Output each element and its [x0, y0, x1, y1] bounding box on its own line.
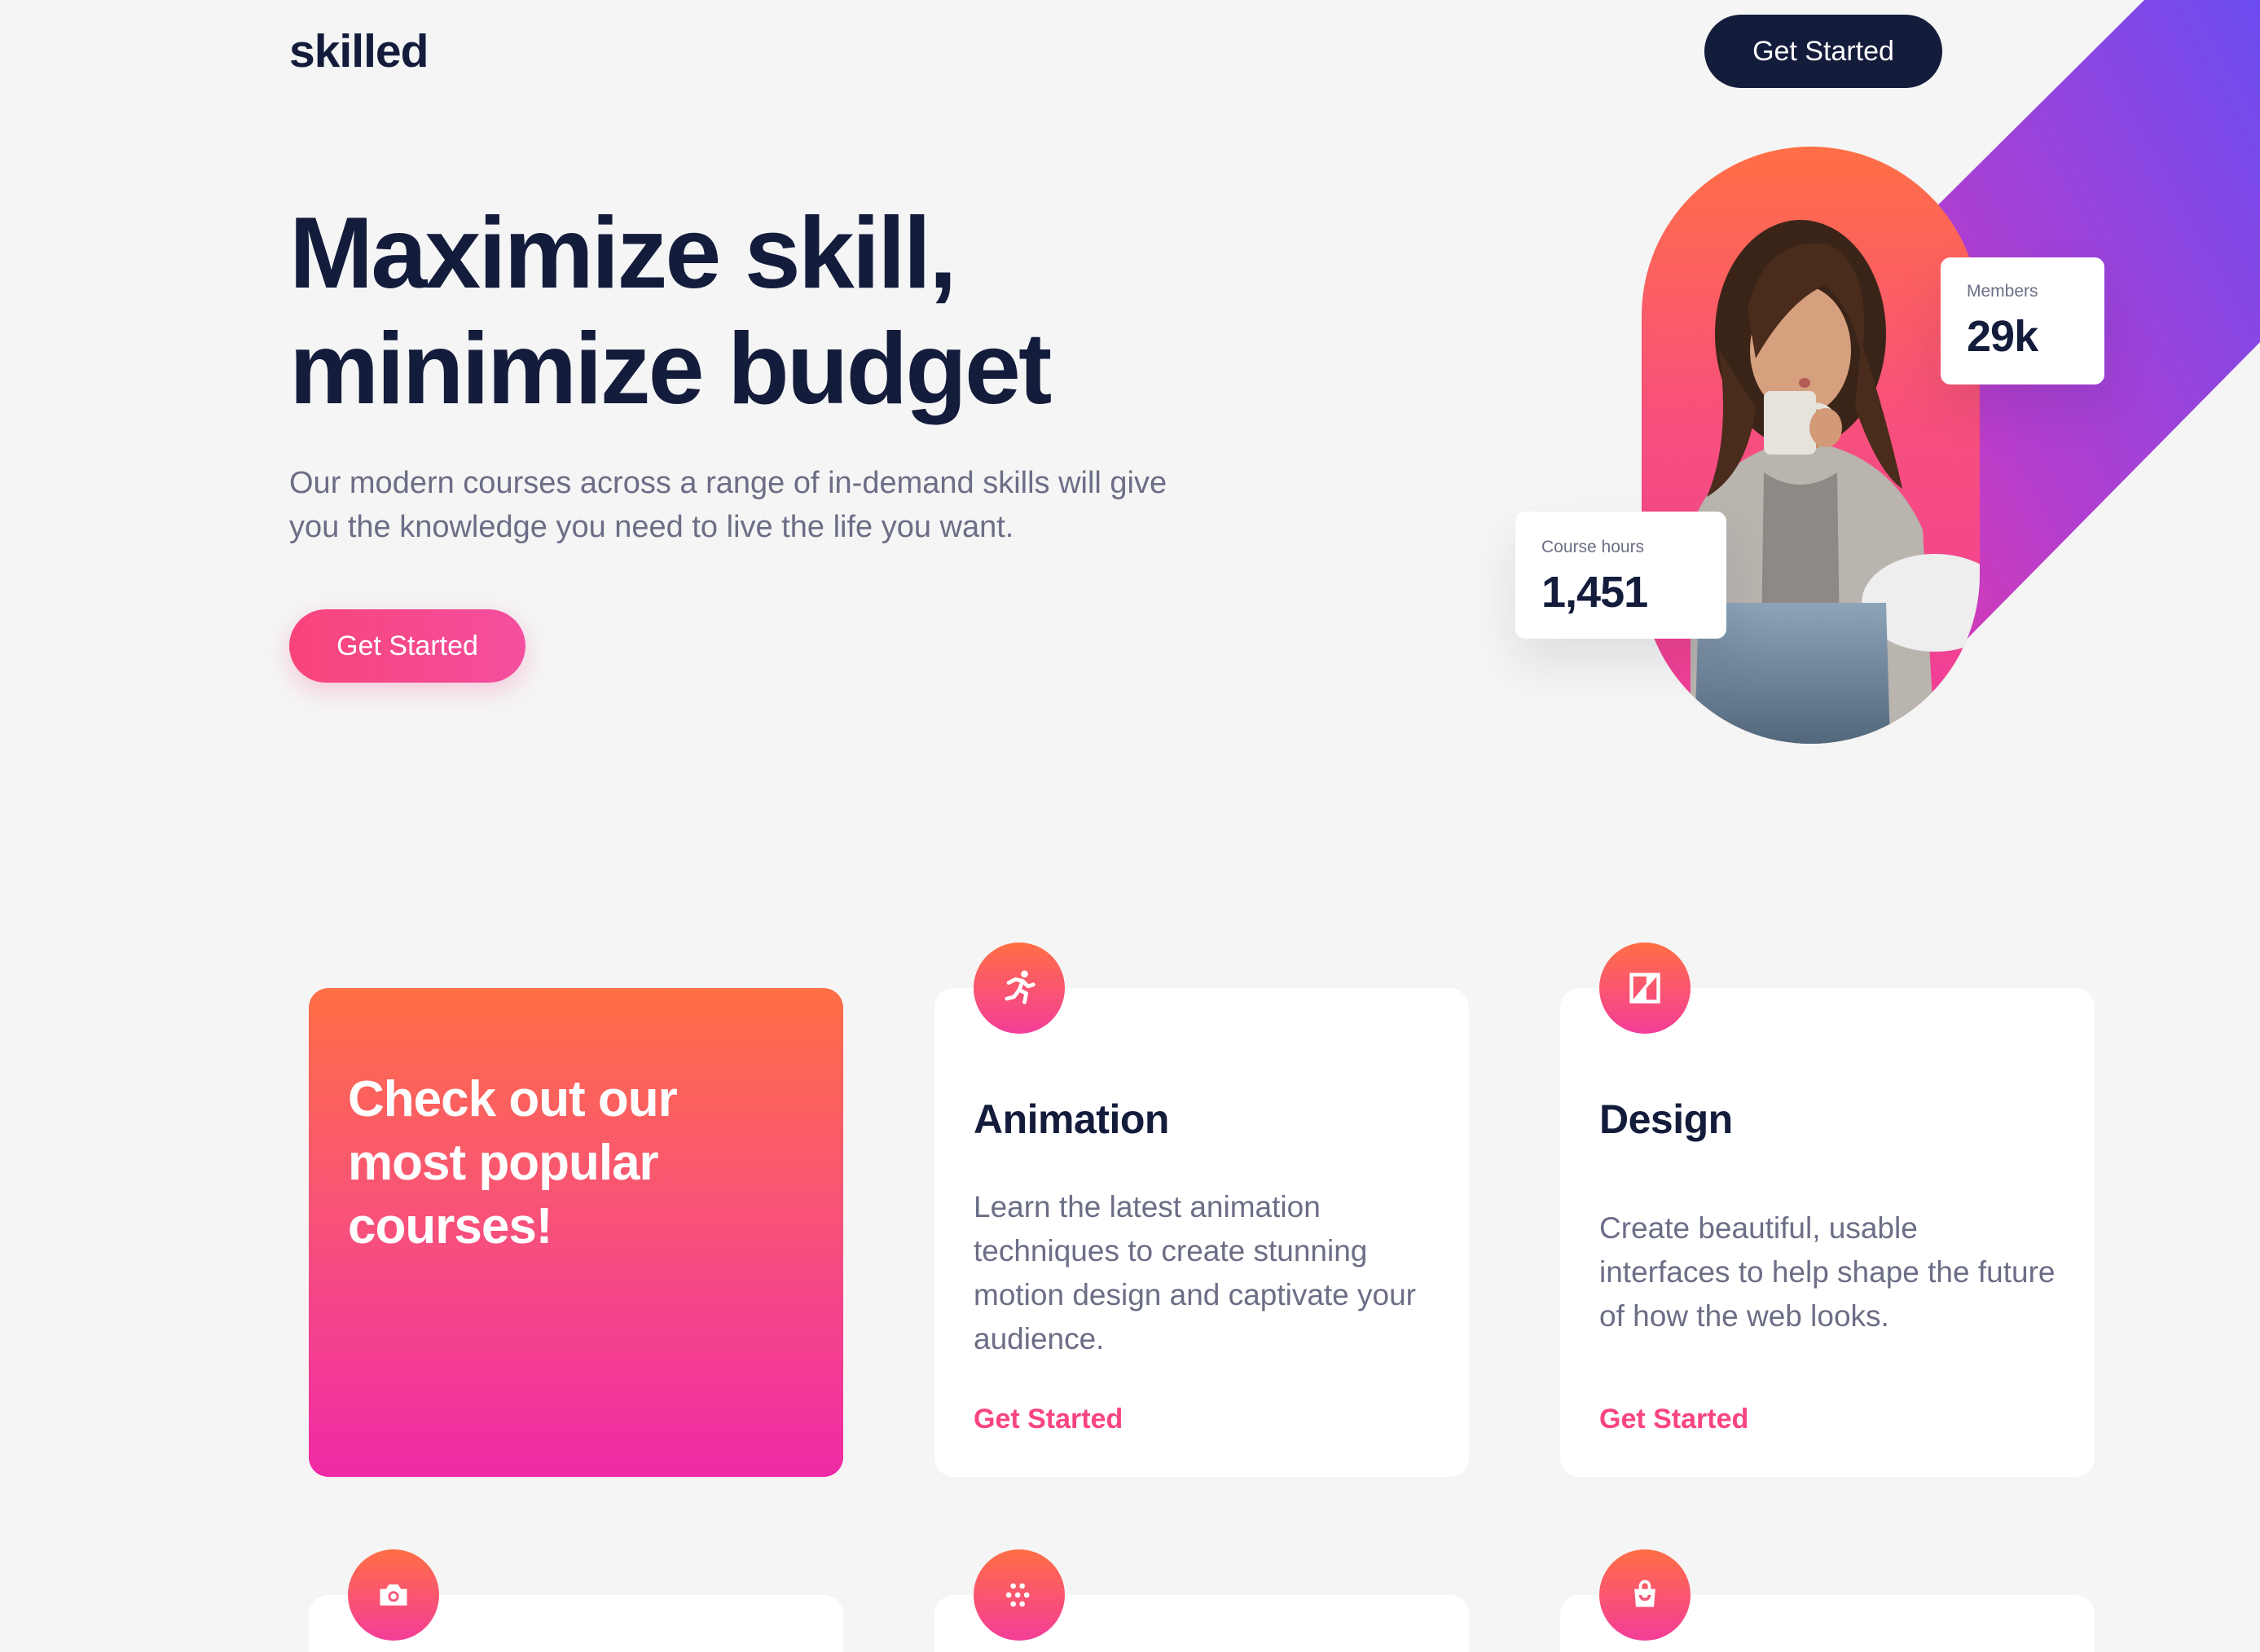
nav-get-started-button[interactable]: Get Started: [1704, 15, 1942, 88]
members-stat-card: Members 29k: [1941, 257, 2104, 384]
hero-subtitle: Our modern courses across a range of in-…: [289, 466, 1167, 544]
design-frame-icon: [1599, 942, 1691, 1034]
running-person-icon: [974, 942, 1065, 1034]
members-stat-value: 29k: [1967, 312, 2038, 361]
course-hours-stat-label: Course hours: [1541, 538, 1645, 556]
course-description: Learn the latest animation techniques to…: [974, 1190, 1417, 1355]
hero-title-line-2: minimize budget: [289, 313, 1052, 425]
course-card: [1560, 1549, 2095, 1652]
course-card-animation: Animation Learn the latest animation tec…: [934, 942, 1469, 1477]
shopping-bag-icon: [1599, 1549, 1691, 1641]
course-title: Animation: [974, 1096, 1169, 1142]
hero-title-line-1: Maximize skill,: [289, 197, 957, 310]
course-card: [934, 1549, 1469, 1652]
course-description: Create beautiful, usable interfaces to h…: [1599, 1211, 2056, 1333]
promo-title: Check out our most popular courses!: [348, 1071, 678, 1254]
design-get-started-link[interactable]: Get Started: [1599, 1404, 1748, 1435]
course-hours-stat-value: 1,451: [1541, 568, 1648, 617]
course-card-design: Design Create beautiful, usable interfac…: [1560, 942, 2095, 1477]
members-stat-label: Members: [1967, 282, 2038, 301]
hero-title: Maximize skill, minimize budget: [289, 196, 1430, 427]
popular-courses-promo: Check out our most popular courses!: [309, 988, 843, 1477]
brand-logo[interactable]: skilled: [289, 24, 429, 78]
hero-photo: [1642, 147, 1980, 744]
camera-icon: [348, 1549, 439, 1641]
hero-get-started-button[interactable]: Get Started: [289, 609, 525, 683]
course-card: [309, 1549, 843, 1652]
animation-get-started-link[interactable]: Get Started: [974, 1404, 1123, 1435]
course-title: Design: [1599, 1096, 1733, 1142]
course-hours-stat-card: Course hours 1,451: [1515, 512, 1726, 639]
dots-grid-icon: [974, 1549, 1065, 1641]
